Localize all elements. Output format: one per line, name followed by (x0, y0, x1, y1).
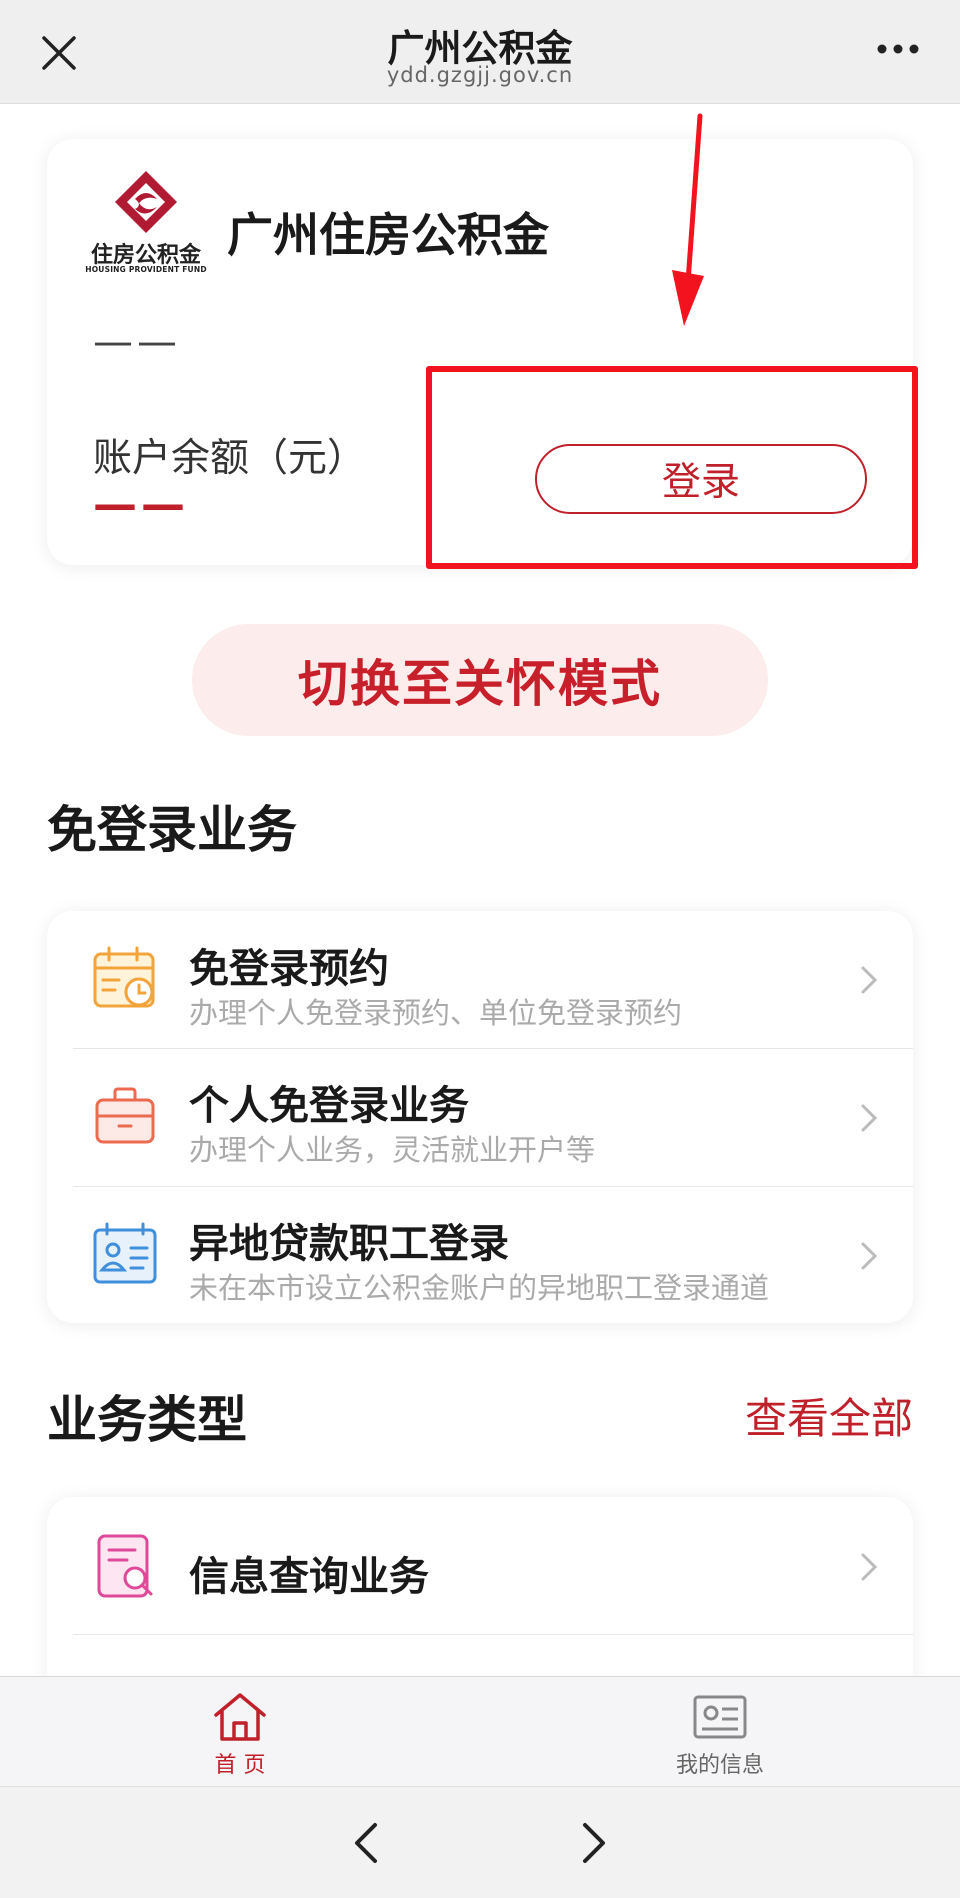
balance-value: —— (93, 479, 189, 530)
highlight-box (426, 366, 918, 569)
tab-label: 我的信息 (675, 1753, 764, 1778)
list-item-appointment[interactable]: 免登录预约 办理个人免登录预约、单位免登录预约 (47, 911, 913, 1048)
logo-text-en: HOUSING PROVIDENT FUND (85, 265, 207, 274)
chevron-right-icon (861, 966, 878, 994)
list-item-title: 异地贷款职工登录 (189, 1221, 509, 1267)
chevron-right-icon (861, 1553, 878, 1581)
list-item-desc: 未在本市设立公积金账户的异地职工登录通道 (189, 1271, 770, 1305)
care-mode-button[interactable]: 切换至关怀模式 (192, 624, 768, 736)
balance-label: 账户余额（元） (93, 436, 367, 481)
bottom-tab-bar: 首 页 我的信息 (0, 1676, 960, 1786)
browser-nav-bar (0, 1786, 960, 1898)
list-item-personal-business[interactable]: 个人免登录业务 办理个人业务，灵活就业开户等 (47, 1049, 913, 1186)
profile-card-icon (693, 1695, 747, 1739)
section-title-business: 业务类型 (47, 1391, 247, 1449)
list-item-desc: 办理个人免登录预约、单位免登录预约 (189, 996, 683, 1030)
list-item-title: 信息查询业务 (189, 1554, 429, 1600)
id-card-icon (93, 1222, 157, 1284)
logo-emblem-icon (115, 171, 177, 233)
divider (73, 1634, 913, 1635)
business-list: 信息查询业务 (47, 1497, 913, 1697)
org-name: 广州住房公积金 (227, 208, 549, 262)
list-item-desc: 办理个人业务，灵活就业开户等 (189, 1133, 596, 1167)
document-search-icon (97, 1534, 153, 1598)
view-all-link[interactable]: 查看全部 (745, 1385, 913, 1446)
account-name-value: —— (93, 319, 181, 365)
no-login-list: 免登录预约 办理个人免登录预约、单位免登录预约 个人免登录业务 办理个人业务，灵… (47, 911, 913, 1323)
briefcase-icon (95, 1087, 155, 1144)
list-item-remote-loan[interactable]: 异地贷款职工登录 未在本市设立公积金账户的异地职工登录通道 (47, 1187, 913, 1324)
tab-label: 首 页 (214, 1753, 266, 1778)
more-icon[interactable] (876, 42, 920, 56)
calendar-clock-icon (93, 946, 155, 1008)
back-arrow-icon[interactable] (343, 1817, 393, 1869)
top-bar: 广州公积金 ydd.gzgjj.gov.cn (0, 0, 960, 104)
tab-my-info[interactable]: 我的信息 (620, 1677, 820, 1787)
home-icon (214, 1693, 266, 1741)
provident-fund-logo: 住房公积金 HOUSING PROVIDENT FUND (83, 169, 209, 279)
list-item-title: 免登录预约 (189, 946, 389, 992)
page-domain: ydd.gzgjj.gov.cn (386, 63, 574, 87)
chevron-right-icon (861, 1242, 878, 1270)
chevron-right-icon (861, 1104, 878, 1132)
tab-home[interactable]: 首 页 (140, 1677, 340, 1787)
list-item-title: 个人免登录业务 (189, 1083, 469, 1129)
list-item-info-query[interactable]: 信息查询业务 (47, 1497, 913, 1634)
forward-arrow-icon[interactable] (567, 1817, 617, 1869)
annotation-arrow-icon (672, 113, 704, 326)
section-title-no-login: 免登录业务 (47, 801, 297, 859)
